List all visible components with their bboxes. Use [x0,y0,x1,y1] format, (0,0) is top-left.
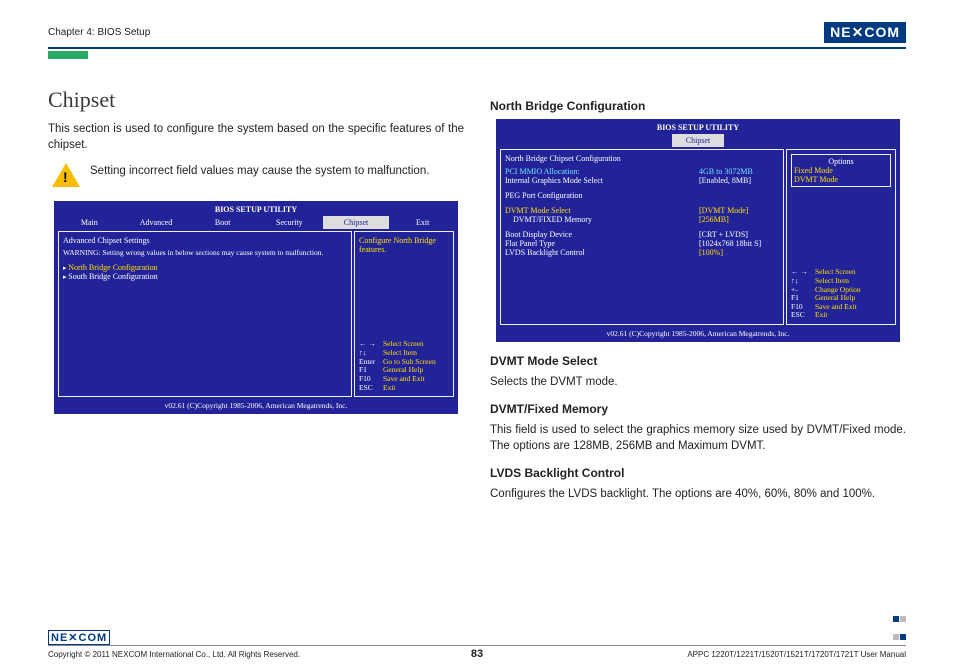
footer-logo: NE✕COM [48,630,110,645]
top-bar: Chapter 4: BIOS Setup NE✕COM [48,22,906,49]
footer-squares [892,609,906,645]
warning-text: Setting incorrect field values may cause… [90,163,429,179]
bios-item-south: ▸ South Bridge Configuration [63,272,347,281]
menu-chipset: Chipset [323,216,390,229]
dvmt-fixed-text: This field is used to select the graphic… [490,422,906,454]
dvmt-mode-text: Selects the DVMT mode. [490,374,906,390]
peg-heading: PEG Port Configuration [505,191,779,200]
page-footer: NE✕COM Copyright © 2011 NEXCOM Internati… [48,609,906,660]
page-title: Chipset [48,87,464,113]
bios-copyright: v02.61 (C)Copyright 1985-2006, American … [56,399,456,412]
chapter-label: Chapter 4: BIOS Setup [48,27,150,38]
bios-heading-r: North Bridge Chipset Configuration [505,154,779,163]
menu-advanced: Advanced [123,216,190,229]
footer-copyright: Copyright © 2011 NEXCOM International Co… [48,650,334,659]
intro-text: This section is used to configure the sy… [48,121,464,153]
bios-screenshot-left: BIOS SETUP UTILITY Main Advanced Boot Se… [54,201,458,414]
warning-row: Setting incorrect field values may cause… [52,163,464,189]
north-bridge-heading: North Bridge Configuration [490,99,906,113]
bios-menu: Main Advanced Boot Security Chipset Exit [56,216,456,229]
left-column: Chipset This section is used to configur… [48,87,464,502]
lvds-heading: LVDS Backlight Control [490,466,906,480]
bios-title-r: BIOS SETUP UTILITY [498,121,898,134]
bios-help: Configure North Bridge features. [359,236,449,254]
lvds-text: Configures the LVDS backlight. The optio… [490,486,906,502]
footer-doc: APPC 1220T/1221T/1520T/1521T/1720T/1721T… [620,650,906,659]
menu-boot: Boot [189,216,256,229]
right-column: North Bridge Configuration BIOS SETUP UT… [490,87,906,502]
menu-security: Security [256,216,323,229]
bios-heading: Advanced Chipset Settings [63,236,347,245]
green-tab [48,51,88,59]
bios-screenshot-right: BIOS SETUP UTILITY Chipset North Bridge … [496,119,900,342]
menu-main: Main [56,216,123,229]
bios-warning: WARNING: Setting wrong values in below s… [63,248,347,257]
bios-left-pane-r: North Bridge Chipset Configuration PCI M… [500,149,784,325]
bios-menu-r: Chipset [498,134,898,147]
menu-exit: Exit [389,216,456,229]
bios-copyright-r: v02.61 (C)Copyright 1985-2006, American … [498,327,898,340]
menu-chipset-r: Chipset [672,134,724,147]
warning-icon [52,163,80,189]
options-box: Options Fixed Mode DVMT Mode [791,154,891,187]
brand-logo: NE✕COM [824,22,906,43]
dvmt-mode-heading: DVMT Mode Select [490,354,906,368]
bios-left-pane: Advanced Chipset Settings WARNING: Setti… [58,231,352,397]
page-number: 83 [334,648,620,660]
bios-title: BIOS SETUP UTILITY [56,203,456,216]
nav-keys-r: ← →Select Screen ↑↓Select Item +-Change … [791,268,891,320]
bios-right-pane: Configure North Bridge features. ← →Sele… [354,231,454,397]
bios-item-north: ▸ North Bridge Configuration [63,263,347,272]
dvmt-fixed-heading: DVMT/Fixed Memory [490,402,906,416]
nav-keys: ← →Select Screen ↑↓Select Item EnterGo t… [359,340,449,392]
bios-right-pane-r: Options Fixed Mode DVMT Mode ← →Select S… [786,149,896,325]
